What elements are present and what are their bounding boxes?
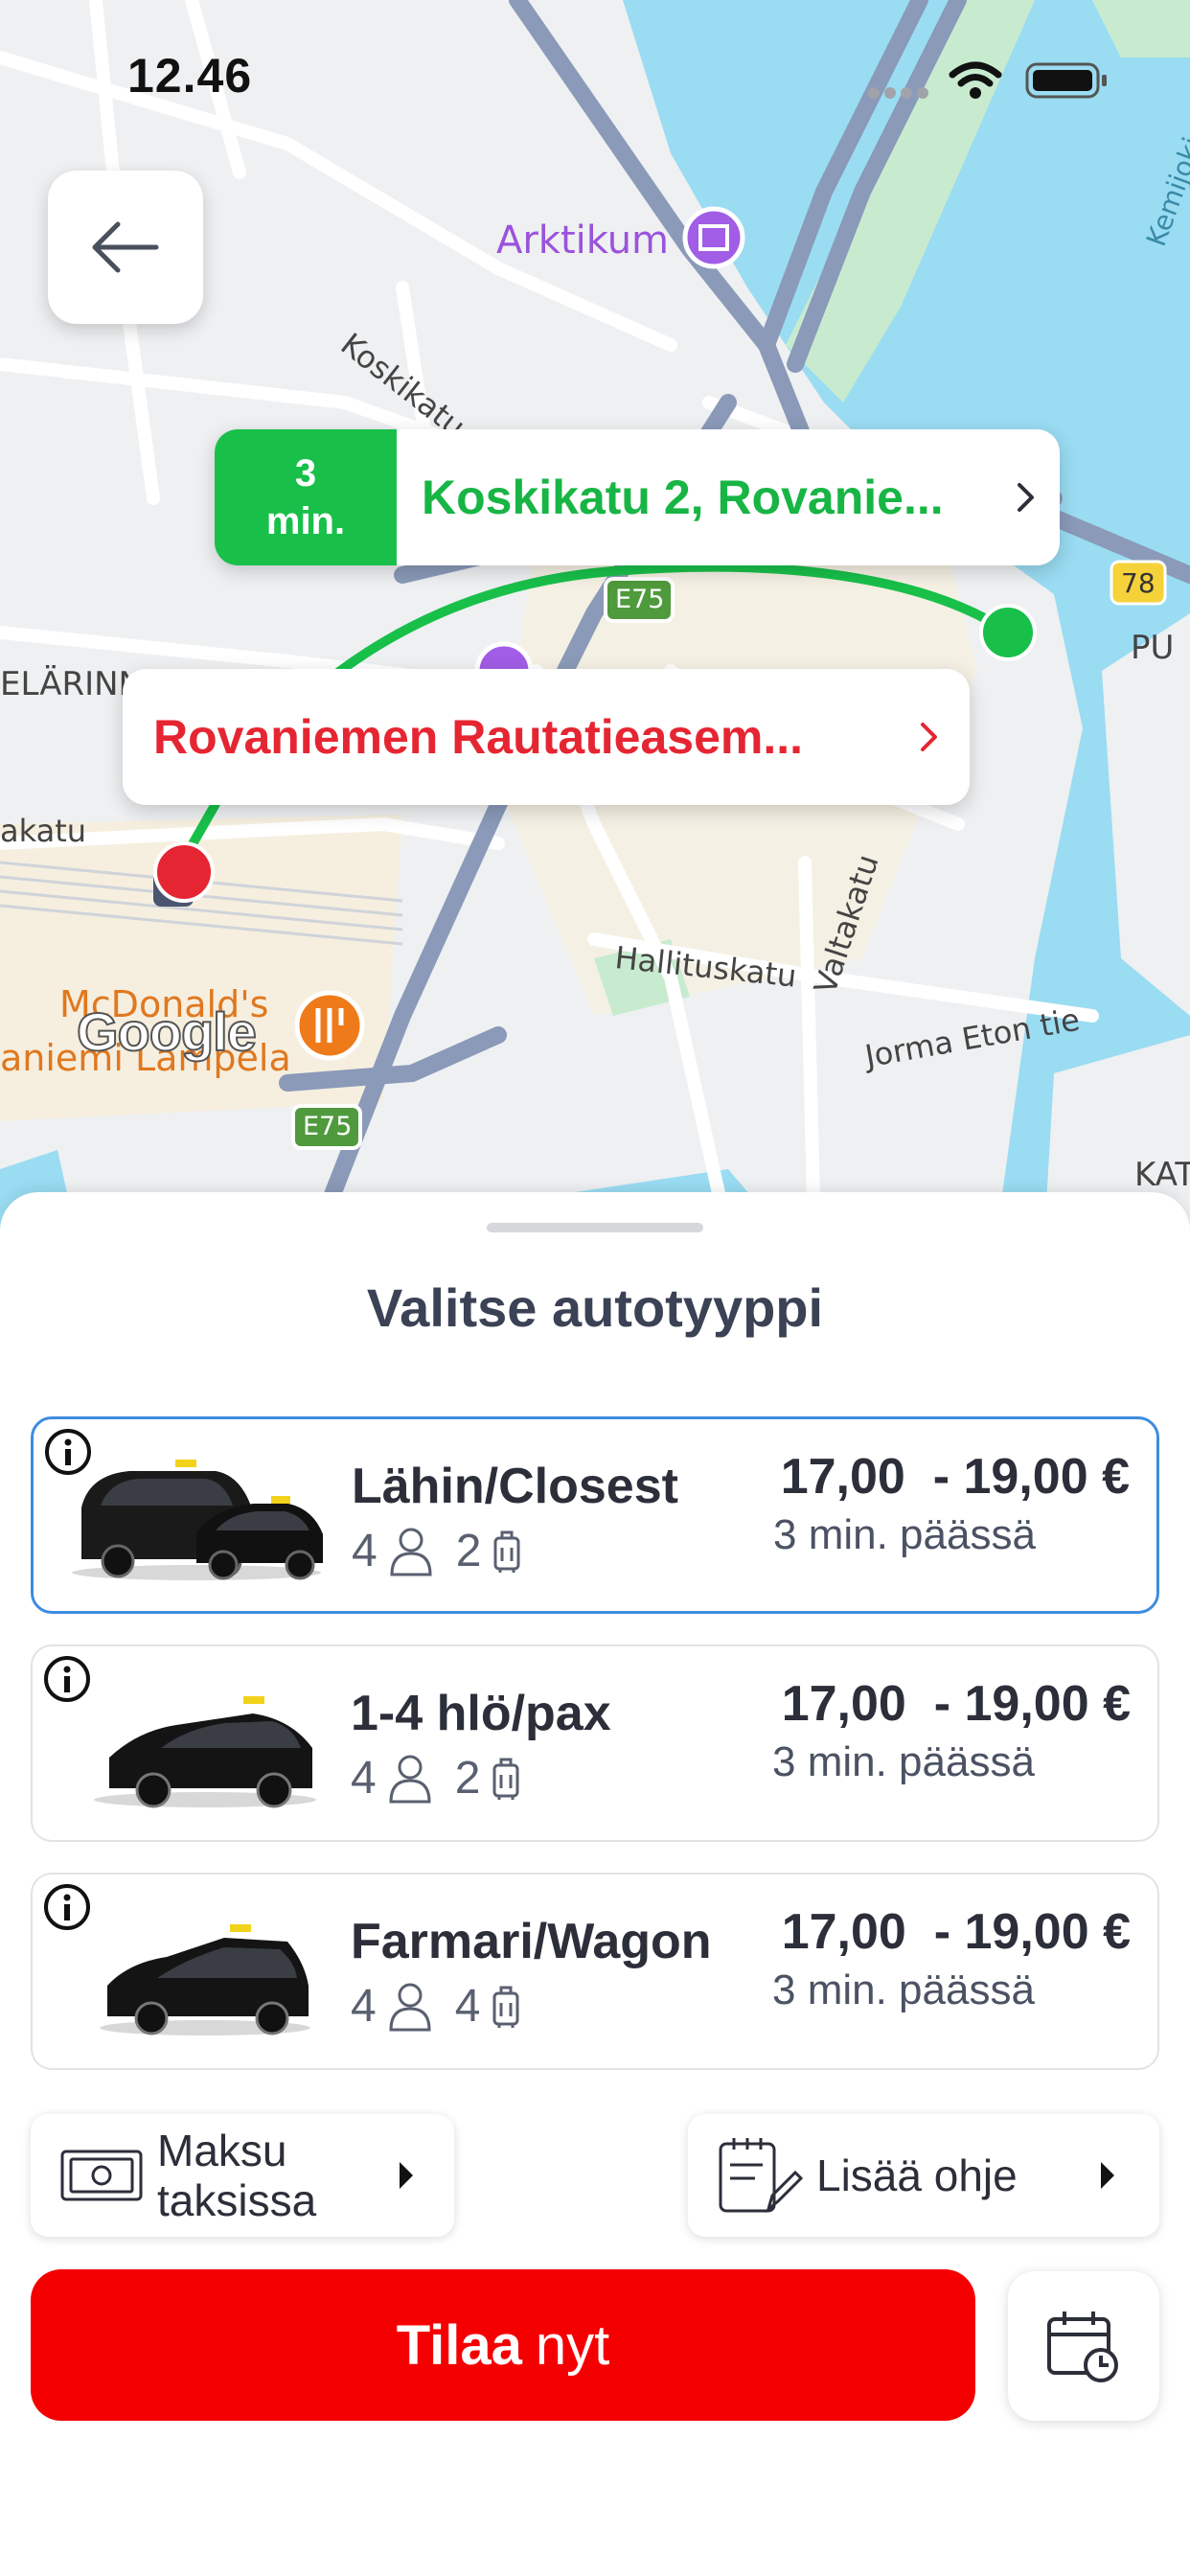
price-high: - 19,00 € bbox=[933, 1676, 1131, 1732]
luggage-icon bbox=[493, 1530, 520, 1573]
chevron-right-icon bbox=[1018, 483, 1034, 512]
road-shield-78: 78 bbox=[1121, 567, 1156, 599]
person-icon bbox=[389, 1755, 431, 1803]
order-now-button[interactable]: Tilaa nyt bbox=[31, 2269, 975, 2421]
price-high: - 19,00 € bbox=[932, 1449, 1130, 1505]
destination-address: Rovaniemen Rautatieasem... bbox=[153, 710, 804, 764]
price-low: 17,00 bbox=[781, 1904, 906, 1960]
person-icon bbox=[389, 1983, 431, 2031]
map-label-pu: PU bbox=[1131, 629, 1175, 667]
luggage-count: 2 bbox=[455, 1526, 482, 1576]
wifi-icon bbox=[949, 61, 1002, 99]
car-option-price: 17,00 - 19,00 € bbox=[782, 1903, 1131, 1961]
schedule-ride-button[interactable] bbox=[1008, 2271, 1159, 2421]
payment-label-line2: taksissa bbox=[157, 2175, 317, 2225]
back-button[interactable] bbox=[48, 171, 203, 324]
car-option-closest[interactable]: Lähin/Closest 4 2 17,00 - 19,00 € 3 min.… bbox=[31, 1416, 1159, 1614]
order-label-bold: Tilaa bbox=[396, 2313, 522, 2377]
calendar-clock-icon bbox=[1047, 2312, 1118, 2382]
passenger-count: 4 bbox=[351, 1981, 377, 2032]
chevron-right-icon bbox=[921, 723, 937, 751]
pickup-eta-badge: 3 min. bbox=[215, 429, 397, 565]
note-icon bbox=[719, 2138, 803, 2214]
status-bar: 12.46 bbox=[0, 0, 1190, 153]
battery-icon bbox=[1025, 62, 1107, 99]
pickup-eta-value: 3 bbox=[294, 452, 317, 494]
sheet-handle[interactable] bbox=[487, 1223, 703, 1232]
caret-right-icon bbox=[1101, 2162, 1114, 2189]
car-option-eta: 3 min. päässä bbox=[772, 1966, 1035, 2013]
caret-right-icon bbox=[400, 2162, 413, 2189]
map-label-elarinne: ELÄRINN bbox=[0, 665, 143, 703]
road-shield-e75-bottom: E75 bbox=[303, 1112, 353, 1141]
car-option-1-4-pax[interactable]: 1-4 hlö/pax 4 2 17,00 - 19,00 € 3 min. p… bbox=[31, 1644, 1159, 1842]
price-low: 17,00 bbox=[780, 1449, 905, 1505]
add-note-button[interactable]: Lisää ohje bbox=[688, 2114, 1159, 2237]
map-label-katu: akatu bbox=[0, 813, 87, 849]
car-option-capacity: 4 2 bbox=[351, 1752, 543, 1805]
car-option-eta: 3 min. päässä bbox=[773, 1511, 1036, 1558]
pickup-address: Koskikatu 2, Rovanie... bbox=[422, 471, 944, 524]
order-label-rest: nyt bbox=[535, 2313, 610, 2377]
add-note-label: Lisää ohje bbox=[816, 2150, 1018, 2200]
car-image-minivan-sedan bbox=[72, 1460, 323, 1580]
destination-callout[interactable]: Rovaniemen Rautatieasem... bbox=[123, 669, 970, 805]
road-shield-e75-top: E75 bbox=[615, 585, 665, 614]
cash-icon bbox=[60, 2150, 143, 2201]
car-option-eta: 3 min. päässä bbox=[772, 1738, 1035, 1785]
status-time: 12.46 bbox=[127, 49, 253, 103]
luggage-icon bbox=[492, 1986, 519, 2028]
car-option-capacity: 4 2 bbox=[352, 1525, 544, 1577]
map-label-kat: KAT bbox=[1134, 1156, 1190, 1194]
payment-label-line1: Maksu bbox=[157, 2126, 287, 2175]
car-image-wagon bbox=[100, 1924, 310, 2036]
signal-icon bbox=[868, 87, 928, 99]
sheet-title: Valitse autotyyppi bbox=[366, 1277, 824, 1338]
back-arrow-icon bbox=[92, 221, 159, 273]
car-option-name: 1-4 hlö/pax bbox=[351, 1686, 611, 1741]
google-logo: Google bbox=[76, 1000, 258, 1063]
car-option-wagon[interactable]: Farmari/Wagon 4 4 17,00 - 19,00 € 3 min.… bbox=[31, 1873, 1159, 2070]
person-icon bbox=[390, 1528, 432, 1576]
pickup-callout[interactable]: 3 min. Koskikatu 2, Rovanie... bbox=[215, 429, 1060, 565]
car-option-price: 17,00 - 19,00 € bbox=[782, 1675, 1131, 1733]
map-view[interactable]: Arktikum Koskikatu Hallituskatu Valtakat… bbox=[0, 0, 1190, 1236]
car-option-capacity: 4 4 bbox=[351, 1980, 543, 2033]
payment-label: Maksu taksissa bbox=[157, 2126, 316, 2225]
luggage-count: 4 bbox=[454, 1981, 481, 2032]
map-label-arktikum: Arktikum bbox=[496, 218, 670, 263]
passenger-count: 4 bbox=[352, 1526, 378, 1576]
car-image-sedan bbox=[94, 1696, 316, 1808]
car-option-price: 17,00 - 19,00 € bbox=[781, 1448, 1130, 1506]
price-low: 17,00 bbox=[781, 1676, 906, 1732]
car-option-name: Lähin/Closest bbox=[352, 1459, 678, 1514]
car-option-name: Farmari/Wagon bbox=[351, 1914, 712, 1969]
pickup-eta-unit: min. bbox=[265, 500, 346, 542]
price-high: - 19,00 € bbox=[933, 1904, 1131, 1960]
payment-method-button[interactable]: Maksu taksissa bbox=[31, 2114, 454, 2237]
passenger-count: 4 bbox=[351, 1753, 377, 1804]
luggage-count: 2 bbox=[454, 1753, 481, 1804]
luggage-icon bbox=[492, 1758, 519, 1800]
